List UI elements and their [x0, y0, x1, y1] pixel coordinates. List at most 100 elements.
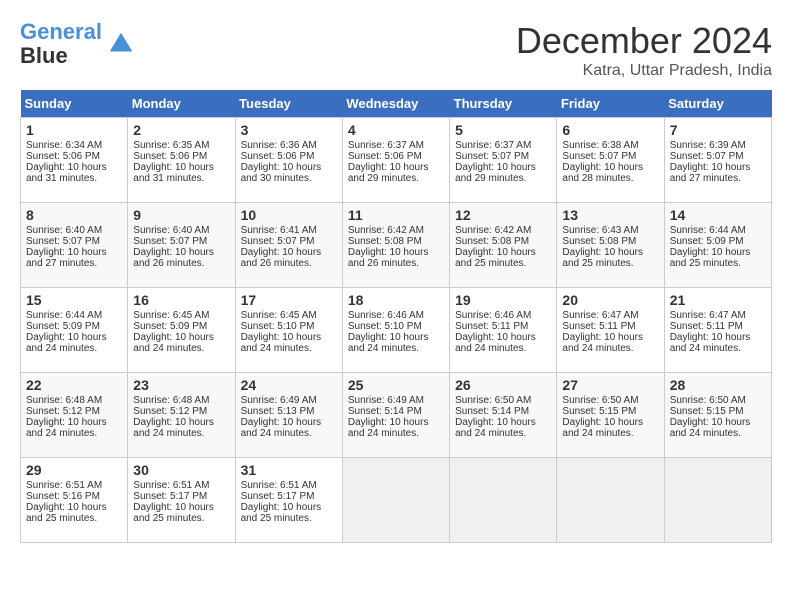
- daylight-label: Daylight: 10 hours and 25 minutes.: [241, 502, 322, 524]
- page-header: GeneralBlue December 2024 Katra, Uttar P…: [20, 20, 772, 80]
- daylight-label: Daylight: 10 hours and 27 minutes.: [26, 247, 107, 269]
- day-number: 20: [562, 292, 658, 308]
- daylight-label: Daylight: 10 hours and 25 minutes.: [26, 502, 107, 524]
- day-cell: 28Sunrise: 6:50 AMSunset: 5:15 PMDayligh…: [664, 373, 771, 458]
- day-number: 3: [241, 122, 337, 138]
- day-number: 29: [26, 462, 122, 478]
- daylight-label: Daylight: 10 hours and 24 minutes.: [348, 417, 429, 439]
- day-cell: 29Sunrise: 6:51 AMSunset: 5:16 PMDayligh…: [21, 458, 128, 543]
- day-cell: 17Sunrise: 6:45 AMSunset: 5:10 PMDayligh…: [235, 288, 342, 373]
- day-cell: 26Sunrise: 6:50 AMSunset: 5:14 PMDayligh…: [450, 373, 557, 458]
- sunset-label: Sunset: 5:12 PM: [26, 406, 100, 417]
- day-number: 22: [26, 377, 122, 393]
- day-cell: 6Sunrise: 6:38 AMSunset: 5:07 PMDaylight…: [557, 118, 664, 203]
- daylight-label: Daylight: 10 hours and 29 minutes.: [455, 162, 536, 184]
- daylight-label: Daylight: 10 hours and 25 minutes.: [670, 247, 751, 269]
- sunset-label: Sunset: 5:07 PM: [670, 151, 744, 162]
- day-header-tuesday: Tuesday: [235, 90, 342, 118]
- daylight-label: Daylight: 10 hours and 24 minutes.: [562, 417, 643, 439]
- daylight-label: Daylight: 10 hours and 24 minutes.: [133, 332, 214, 354]
- sunrise-label: Sunrise: 6:34 AM: [26, 140, 102, 151]
- sunrise-label: Sunrise: 6:43 AM: [562, 225, 638, 236]
- daylight-label: Daylight: 10 hours and 31 minutes.: [26, 162, 107, 184]
- sunrise-label: Sunrise: 6:38 AM: [562, 140, 638, 151]
- day-number: 5: [455, 122, 551, 138]
- day-cell: 23Sunrise: 6:48 AMSunset: 5:12 PMDayligh…: [128, 373, 235, 458]
- day-number: 14: [670, 207, 766, 223]
- daylight-label: Daylight: 10 hours and 26 minutes.: [348, 247, 429, 269]
- sunset-label: Sunset: 5:12 PM: [133, 406, 207, 417]
- sunrise-label: Sunrise: 6:39 AM: [670, 140, 746, 151]
- day-cell: 16 Sunrise: 6:45 AMSunset: 5:09 PMDayligh…: [128, 288, 235, 373]
- day-cell: 22Sunrise: 6:48 AMSunset: 5:12 PMDayligh…: [21, 373, 128, 458]
- logo-text: GeneralBlue: [20, 20, 102, 68]
- sunrise-label: Sunrise: 6:51 AM: [26, 480, 102, 491]
- day-number: 27: [562, 377, 658, 393]
- sunrise-label: Sunrise: 6:40 AM: [26, 225, 102, 236]
- day-cell: 4Sunrise: 6:37 AMSunset: 5:06 PMDaylight…: [342, 118, 449, 203]
- empty-cell: [450, 458, 557, 543]
- day-cell: 11Sunrise: 6:42 AMSunset: 5:08 PMDayligh…: [342, 203, 449, 288]
- calendar-row: 1Sunrise: 6:34 AMSunset: 5:06 PMDaylight…: [21, 118, 772, 203]
- calendar-row: 15Sunrise: 6:44 AMSunset: 5:09 PMDayligh…: [21, 288, 772, 373]
- sunset-label: Sunset: 5:09 PM: [670, 236, 744, 247]
- sunset-label: Sunset: 5:09 PM: [133, 321, 207, 332]
- sunset-label: Sunset: 5:10 PM: [348, 321, 422, 332]
- sunrise-label: Sunrise: 6:41 AM: [241, 225, 317, 236]
- day-number: 11: [348, 207, 444, 223]
- day-cell: 15Sunrise: 6:44 AMSunset: 5:09 PMDayligh…: [21, 288, 128, 373]
- sunset-label: Sunset: 5:07 PM: [133, 236, 207, 247]
- sunrise-label: Sunrise: 6:47 AM: [670, 310, 746, 321]
- sunset-label: Sunset: 5:06 PM: [348, 151, 422, 162]
- day-cell: 18Sunrise: 6:46 AMSunset: 5:10 PMDayligh…: [342, 288, 449, 373]
- day-number: 1: [26, 122, 122, 138]
- day-cell: 25Sunrise: 6:49 AMSunset: 5:14 PMDayligh…: [342, 373, 449, 458]
- day-number: 8: [26, 207, 122, 223]
- sunrise-label: Sunrise: 6:46 AM: [455, 310, 531, 321]
- daylight-label: Daylight: 10 hours and 29 minutes.: [348, 162, 429, 184]
- sunrise-label: Sunrise: 6:46 AM: [348, 310, 424, 321]
- daylight-label: Daylight: 10 hours and 24 minutes.: [241, 332, 322, 354]
- sunset-label: Sunset: 5:15 PM: [562, 406, 636, 417]
- sunset-label: Sunset: 5:07 PM: [455, 151, 529, 162]
- sunset-label: Sunset: 5:13 PM: [241, 406, 315, 417]
- day-number: 30: [133, 462, 229, 478]
- sunset-label: Sunset: 5:10 PM: [241, 321, 315, 332]
- day-cell: 7Sunrise: 6:39 AMSunset: 5:07 PMDaylight…: [664, 118, 771, 203]
- calendar-row: 22Sunrise: 6:48 AMSunset: 5:12 PMDayligh…: [21, 373, 772, 458]
- calendar-row: 8Sunrise: 6:40 AMSunset: 5:07 PMDaylight…: [21, 203, 772, 288]
- location-title: Katra, Uttar Pradesh, India: [516, 62, 772, 80]
- day-number: 26: [455, 377, 551, 393]
- day-header-friday: Friday: [557, 90, 664, 118]
- day-header-saturday: Saturday: [664, 90, 771, 118]
- day-number: 18: [348, 292, 444, 308]
- day-number: 15: [26, 292, 122, 308]
- daylight-label: Daylight: 10 hours and 24 minutes.: [455, 332, 536, 354]
- day-number: 6: [562, 122, 658, 138]
- sunrise-label: Sunrise: 6:44 AM: [670, 225, 746, 236]
- sunset-label: Sunset: 5:11 PM: [670, 321, 743, 332]
- sunrise-label: Sunrise: 6:49 AM: [241, 395, 317, 406]
- sunrise-label: Sunrise: 6:45 AM: [133, 310, 209, 321]
- sunrise-label: Sunrise: 6:50 AM: [455, 395, 531, 406]
- day-number: 25: [348, 377, 444, 393]
- day-header-wednesday: Wednesday: [342, 90, 449, 118]
- sunset-label: Sunset: 5:17 PM: [133, 491, 207, 502]
- empty-cell: [557, 458, 664, 543]
- day-cell: 5Sunrise: 6:37 AMSunset: 5:07 PMDaylight…: [450, 118, 557, 203]
- sunrise-label: Sunrise: 6:51 AM: [133, 480, 209, 491]
- sunrise-label: Sunrise: 6:50 AM: [670, 395, 746, 406]
- daylight-label: Daylight: 10 hours and 26 minutes.: [133, 247, 214, 269]
- sunset-label: Sunset: 5:07 PM: [26, 236, 100, 247]
- sunset-label: Sunset: 5:06 PM: [26, 151, 100, 162]
- logo: GeneralBlue: [20, 20, 136, 68]
- calendar-table: SundayMondayTuesdayWednesdayThursdayFrid…: [20, 90, 772, 543]
- daylight-label: Daylight: 10 hours and 28 minutes.: [562, 162, 643, 184]
- day-cell: 24Sunrise: 6:49 AMSunset: 5:13 PMDayligh…: [235, 373, 342, 458]
- day-cell: 2Sunrise: 6:35 AMSunset: 5:06 PMDaylight…: [128, 118, 235, 203]
- sunset-label: Sunset: 5:11 PM: [455, 321, 528, 332]
- sunrise-label: Sunrise: 6:42 AM: [348, 225, 424, 236]
- day-header-sunday: Sunday: [21, 90, 128, 118]
- empty-cell: [664, 458, 771, 543]
- day-number: 16: [133, 292, 229, 308]
